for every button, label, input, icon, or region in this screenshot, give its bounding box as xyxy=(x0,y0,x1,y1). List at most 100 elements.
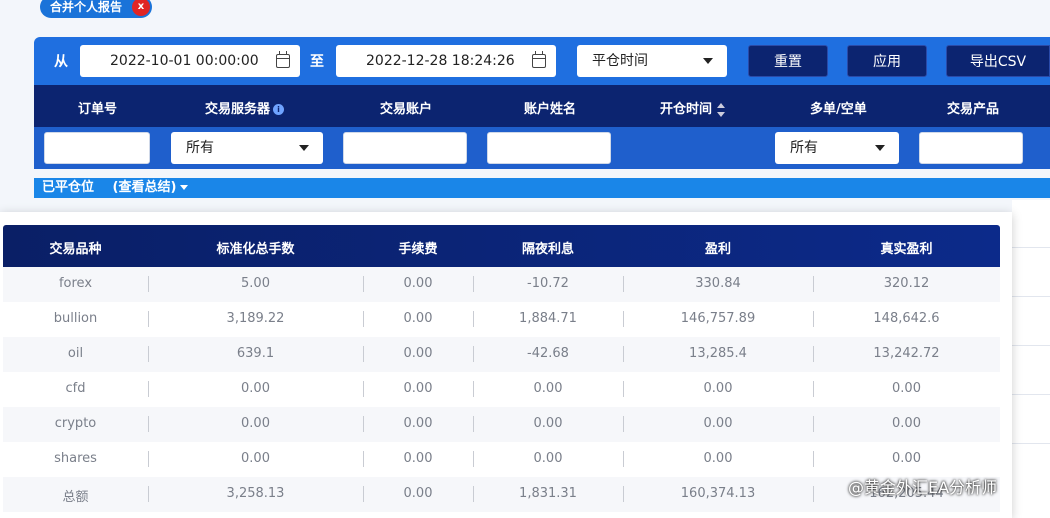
header-server[interactable]: 交易服务器 i xyxy=(205,98,285,117)
cell-swap: 0.00 xyxy=(533,451,563,466)
closed-positions-bar: 已平仓位 (查看总结) xyxy=(34,178,1050,198)
table-row: oil 639.1 0.00 -42.68 13,285.4 13,242.72 xyxy=(3,337,1000,372)
divider xyxy=(1012,394,1050,395)
cell-profit: 330.84 xyxy=(695,276,741,291)
cell-real-profit: 13,242.72 xyxy=(873,346,940,361)
server-filter-value: 所有 xyxy=(186,140,214,156)
info-icon[interactable]: i xyxy=(273,104,285,115)
report-tag-label: 合并个人报告 xyxy=(50,0,123,14)
cell-commission: 0.00 xyxy=(403,416,433,431)
summary-header-lots: 标准化总手数 xyxy=(216,242,295,257)
filter-bar: 从 2022-10-01 00:00:00 至 2022-12-28 18:24… xyxy=(34,37,1050,85)
order-no-filter-input[interactable] xyxy=(44,132,150,164)
watermark: @黄金外汇EA分析师 xyxy=(848,478,998,497)
cell-lots: 0.00 xyxy=(241,381,270,396)
cell-symbol: shares xyxy=(54,451,97,466)
table-row: forex 5.00 0.00 -10.72 330.84 320.12 xyxy=(3,267,1000,302)
divider xyxy=(1012,247,1050,248)
view-summary-link[interactable]: (查看总结) xyxy=(113,180,189,195)
from-date-value: 2022-10-01 00:00:00 xyxy=(110,53,259,69)
chevron-down-icon xyxy=(299,145,309,151)
direction-filter-select[interactable]: 所有 xyxy=(775,132,899,164)
cell-lots: 0.00 xyxy=(241,416,270,431)
to-date-value: 2022-12-28 18:24:26 xyxy=(366,53,515,69)
table-row: bullion 3,189.22 0.00 1,884.71 146,757.8… xyxy=(3,302,1000,337)
table-header: 订单号 交易服务器 i 交易账户 账户姓名 开仓时间 多单/空单 交易产品 xyxy=(34,85,1050,127)
cell-commission: 0.00 xyxy=(403,346,433,361)
cell-real-profit: 320.12 xyxy=(883,276,930,291)
cell-lots: 5.00 xyxy=(241,276,270,291)
product-filter-input[interactable] xyxy=(919,132,1023,164)
cell-commission: 0.00 xyxy=(403,311,433,326)
reset-button[interactable]: 重置 xyxy=(748,45,828,77)
chevron-down-icon xyxy=(875,145,885,151)
summary-header-profit: 盈利 xyxy=(704,242,731,257)
close-icon[interactable]: x xyxy=(132,0,151,16)
header-order-no[interactable]: 订单号 xyxy=(78,98,117,117)
cell-symbol: oil xyxy=(67,346,84,361)
divider xyxy=(1012,296,1050,297)
header-account[interactable]: 交易账户 xyxy=(380,98,432,117)
chevron-down-icon xyxy=(180,185,189,190)
cell-profit: 160,374.13 xyxy=(680,486,756,501)
direction-filter-value: 所有 xyxy=(790,140,818,156)
sort-icon[interactable] xyxy=(717,102,726,117)
cell-symbol: cfd xyxy=(65,381,86,396)
header-open-time-label: 开仓时间 xyxy=(660,102,713,117)
name-filter-input[interactable] xyxy=(487,132,611,164)
cell-symbol: forex xyxy=(58,276,93,291)
summary-header-row: 交易品种 标准化总手数 手续费 隔夜利息 盈利 真实盈利 xyxy=(3,225,1000,267)
header-name[interactable]: 账户姓名 xyxy=(524,98,576,117)
table-row: shares 0.00 0.00 0.00 0.00 0.00 xyxy=(3,442,1000,477)
divider xyxy=(1012,345,1050,346)
cell-symbol: 总额 xyxy=(62,490,89,505)
to-date-input[interactable]: 2022-12-28 18:24:26 xyxy=(336,45,556,77)
divider xyxy=(1012,443,1050,444)
cell-swap: -10.72 xyxy=(527,276,569,291)
closed-positions-label: 已平仓位 xyxy=(42,180,95,195)
calendar-icon[interactable] xyxy=(276,51,290,68)
header-direction[interactable]: 多单/空单 xyxy=(810,98,867,117)
header-open-time[interactable]: 开仓时间 xyxy=(660,98,726,117)
sort-field-select[interactable]: 平仓时间 xyxy=(577,45,727,77)
account-filter-input[interactable] xyxy=(343,132,467,164)
cell-swap: -42.68 xyxy=(527,346,569,361)
calendar-icon[interactable] xyxy=(532,51,546,68)
cell-commission: 0.00 xyxy=(403,486,433,501)
cell-profit: 0.00 xyxy=(703,381,733,396)
from-date-input[interactable]: 2022-10-01 00:00:00 xyxy=(80,45,300,77)
cell-commission: 0.00 xyxy=(403,451,433,466)
header-server-label: 交易服务器 xyxy=(205,102,271,117)
filter-input-row: 所有 所有 xyxy=(34,127,1050,169)
server-filter-select[interactable]: 所有 xyxy=(171,132,323,164)
table-row: crypto 0.00 0.00 0.00 0.00 0.00 xyxy=(3,407,1000,442)
cell-profit: 146,757.89 xyxy=(680,311,756,326)
cell-symbol: bullion xyxy=(53,311,98,326)
export-csv-button[interactable]: 导出CSV xyxy=(946,45,1050,77)
summary-header-swap: 隔夜利息 xyxy=(521,242,574,257)
header-product[interactable]: 交易产品 xyxy=(947,98,999,117)
cell-lots: 0.00 xyxy=(241,451,270,466)
summary-header-symbol: 交易品种 xyxy=(49,242,102,257)
report-tag[interactable]: 合并个人报告 x xyxy=(40,0,153,18)
summary-popup: 交易品种 标准化总手数 手续费 隔夜利息 盈利 真实盈利 forex 5.00 … xyxy=(0,212,1012,518)
cell-real-profit: 148,642.6 xyxy=(873,311,940,326)
cell-swap: 0.00 xyxy=(533,381,563,396)
table-row: cfd 0.00 0.00 0.00 0.00 0.00 xyxy=(3,372,1000,407)
cell-real-profit: 0.00 xyxy=(892,381,921,396)
cell-commission: 0.00 xyxy=(403,276,433,291)
cell-profit: 0.00 xyxy=(703,451,733,466)
summary-header-commission: 手续费 xyxy=(398,242,438,257)
cell-swap: 1,831.31 xyxy=(519,486,577,501)
summary-header-real-profit: 真实盈利 xyxy=(880,242,933,257)
cell-lots: 639.1 xyxy=(236,346,275,361)
to-label: 至 xyxy=(310,54,324,70)
view-summary-label: (查看总结) xyxy=(112,180,177,195)
cell-swap: 1,884.71 xyxy=(519,311,577,326)
cell-real-profit: 0.00 xyxy=(892,416,921,431)
cell-commission: 0.00 xyxy=(403,381,433,396)
chevron-down-icon xyxy=(703,58,713,64)
from-label: 从 xyxy=(54,54,68,70)
apply-button[interactable]: 应用 xyxy=(847,45,927,77)
cell-profit: 13,285.4 xyxy=(689,346,747,361)
